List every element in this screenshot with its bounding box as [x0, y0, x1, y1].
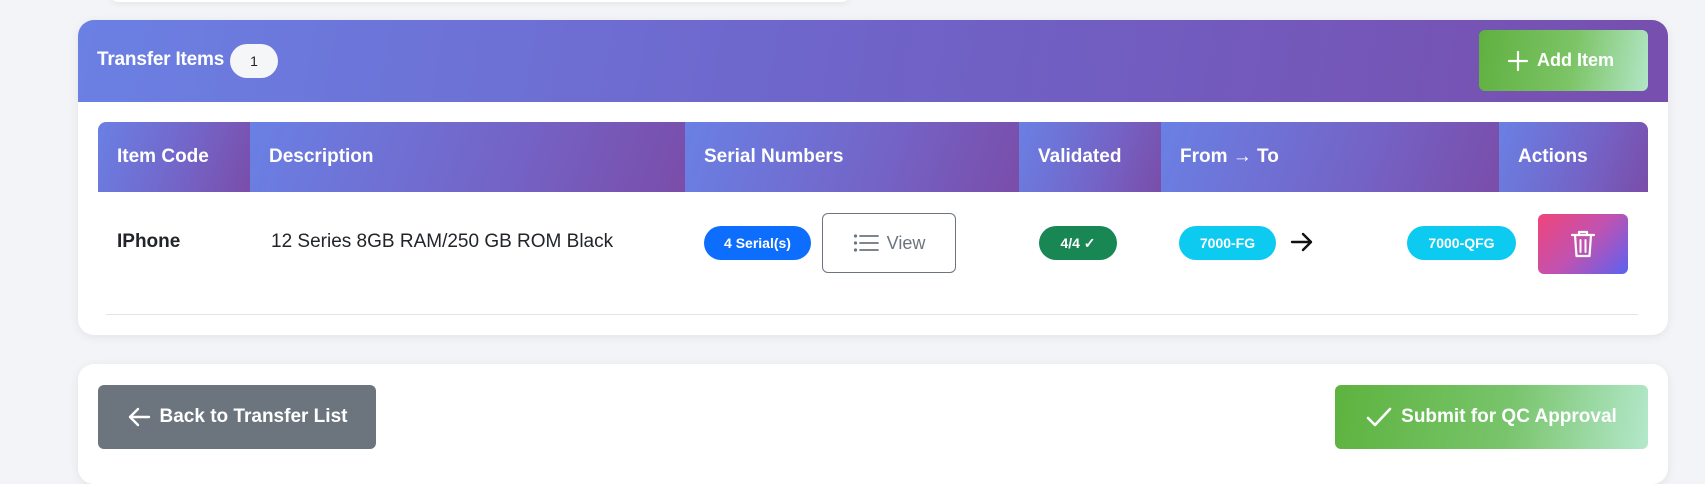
arrow-left-icon — [127, 406, 151, 428]
add-item-button[interactable]: Add Item — [1479, 30, 1648, 91]
transfer-items-card: Transfer Items 1 Add Item Item Code Desc… — [78, 20, 1668, 335]
column-header-item-code: Item Code — [98, 122, 250, 192]
table-header: Item Code Description Serial Numbers Val… — [98, 122, 1648, 192]
view-label: View — [886, 232, 926, 253]
from-location-badge: 7000-FG — [1179, 226, 1276, 260]
submit-label: Submit for QC Approval — [1401, 406, 1617, 427]
card-header: Transfer Items 1 Add Item — [78, 20, 1668, 102]
back-label: Back to Transfer List — [159, 406, 348, 427]
serial-count-badge: 4 Serial(s) — [704, 226, 811, 260]
column-header-description: Description — [250, 122, 685, 192]
item-count-badge: 1 — [230, 44, 278, 78]
table-row: IPhone 12 Series 8GB RAM/250 GB ROM Blac… — [98, 192, 1648, 297]
actions-card: Back to Transfer List Submit for QC Appr… — [78, 364, 1668, 484]
column-header-serial-numbers: Serial Numbers — [685, 122, 1019, 192]
item-code-cell: IPhone — [117, 231, 181, 252]
arrow-right-icon — [1289, 230, 1315, 254]
previous-card-edge — [110, 0, 850, 2]
check-icon — [1366, 406, 1392, 428]
list-icon — [853, 232, 879, 254]
view-serials-button[interactable]: View — [822, 213, 956, 273]
back-to-transfer-list-button[interactable]: Back to Transfer List — [98, 385, 376, 449]
to-location-badge: 7000-QFG — [1407, 226, 1516, 260]
column-header-actions: Actions — [1499, 122, 1648, 192]
add-item-label: Add Item — [1536, 50, 1614, 70]
description-cell: 12 Series 8GB RAM/250 GB ROM Black — [271, 231, 614, 252]
column-header-validated: Validated — [1019, 122, 1161, 192]
plus-icon — [1507, 50, 1529, 72]
row-divider — [106, 314, 1638, 315]
validated-badge: 4/4 ✓ — [1039, 226, 1117, 260]
submit-qc-approval-button[interactable]: Submit for QC Approval — [1335, 385, 1648, 449]
delete-item-button[interactable] — [1538, 214, 1628, 274]
trash-icon — [1570, 229, 1596, 259]
column-header-from-to: From → To — [1161, 122, 1499, 192]
card-title: Transfer Items — [97, 49, 225, 70]
